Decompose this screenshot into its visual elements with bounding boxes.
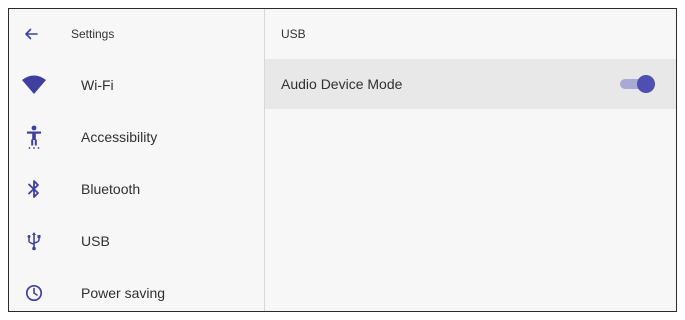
sidebar-item-label: USB bbox=[81, 233, 110, 249]
toggle-thumb bbox=[637, 75, 655, 93]
sidebar-item-power-saving[interactable]: Power saving bbox=[9, 267, 264, 319]
setting-row-audio-device-mode[interactable]: Audio Device Mode bbox=[265, 59, 676, 109]
page-title: USB bbox=[281, 27, 306, 41]
sidebar-item-wifi[interactable]: Wi-Fi bbox=[9, 59, 264, 111]
arrow-left-icon[interactable] bbox=[9, 9, 53, 59]
bluetooth-icon bbox=[9, 179, 59, 199]
sidebar-header: Settings bbox=[9, 9, 264, 59]
sidebar: Settings Wi-Fi Accessibility Bluetooth U… bbox=[9, 9, 265, 311]
audio-device-mode-toggle[interactable] bbox=[620, 74, 655, 94]
sidebar-item-bluetooth[interactable]: Bluetooth bbox=[9, 163, 264, 215]
sidebar-item-label: Wi-Fi bbox=[81, 77, 114, 93]
sidebar-item-label: Bluetooth bbox=[81, 181, 141, 197]
sidebar-item-label: Accessibility bbox=[81, 129, 158, 145]
setting-label: Audio Device Mode bbox=[281, 76, 403, 92]
clock-icon bbox=[9, 284, 59, 302]
settings-window: Settings Wi-Fi Accessibility Bluetooth U… bbox=[8, 8, 677, 312]
sidebar-item-label: Power saving bbox=[81, 285, 166, 301]
wifi-icon bbox=[9, 75, 59, 95]
main-panel: USB Audio Device Mode bbox=[265, 9, 676, 311]
sidebar-title: Settings bbox=[71, 27, 115, 41]
accessibility-icon bbox=[9, 125, 59, 149]
usb-icon bbox=[9, 231, 59, 251]
sidebar-item-usb[interactable]: USB bbox=[9, 215, 264, 267]
sidebar-item-accessibility[interactable]: Accessibility bbox=[9, 111, 264, 163]
